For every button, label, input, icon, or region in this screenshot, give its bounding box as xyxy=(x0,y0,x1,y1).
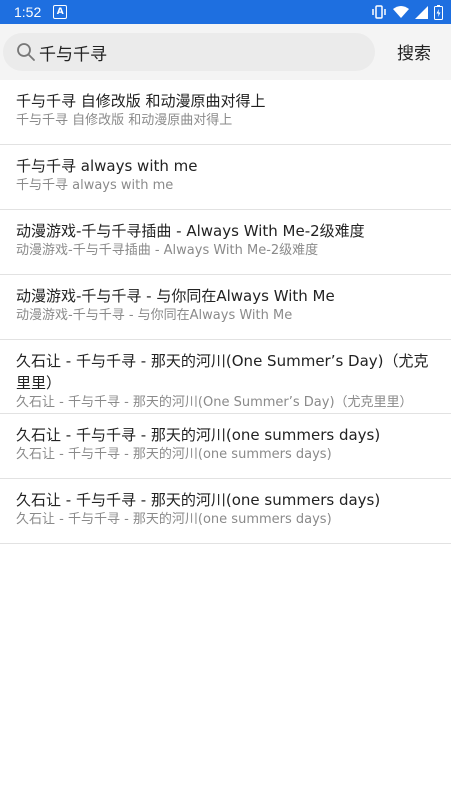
result-title: 久石让 - 千与千寻 - 那天的河川(one summers days) xyxy=(16,426,381,444)
status-bar: 1:52 A xyxy=(0,0,451,24)
result-subtitle: 久石让 - 千与千寻 - 那天的河川(one summers days) xyxy=(16,447,332,462)
wifi-icon xyxy=(393,5,409,19)
result-title: 千与千寻 自修改版 和动漫原曲对得上 xyxy=(16,92,266,110)
signal-icon xyxy=(415,5,428,19)
result-item[interactable]: 久石让 - 千与千寻 - 那天的河川(one summers days) 久石让… xyxy=(0,479,451,544)
result-item[interactable]: 动漫游戏-千与千寻插曲 - Always With Me-2级难度 动漫游戏-千… xyxy=(0,210,451,275)
status-time: 1:52 xyxy=(14,4,42,20)
search-bar: 搜索 xyxy=(0,24,451,80)
app-notification-icon: A xyxy=(53,5,68,19)
result-title: 千与千寻 always with me xyxy=(16,157,198,175)
search-field[interactable] xyxy=(3,33,375,71)
result-subtitle: 久石让 - 千与千寻 - 那天的河川(One Summer’s Day)（尤克里… xyxy=(16,395,413,410)
battery-icon xyxy=(434,4,443,20)
result-item[interactable]: 动漫游戏-千与千寻 - 与你同在Always With Me 动漫游戏-千与千寻… xyxy=(0,275,451,340)
result-title: 久石让 - 千与千寻 - 那天的河川(One Summer’s Day)（尤克里… xyxy=(16,352,429,392)
search-button[interactable]: 搜索 xyxy=(397,39,431,64)
result-title: 动漫游戏-千与千寻插曲 - Always With Me-2级难度 xyxy=(16,222,365,240)
result-subtitle: 千与千寻 always with me xyxy=(16,178,174,193)
search-input[interactable] xyxy=(37,42,359,62)
search-icon xyxy=(15,41,37,63)
result-item[interactable]: 千与千寻 自修改版 和动漫原曲对得上 千与千寻 自修改版 和动漫原曲对得上 xyxy=(0,80,451,145)
vibrate-icon xyxy=(371,5,387,19)
result-item[interactable]: 千与千寻 always with me 千与千寻 always with me xyxy=(0,145,451,210)
result-item[interactable]: 久石让 - 千与千寻 - 那天的河川(One Summer’s Day)（尤克里… xyxy=(0,340,451,414)
result-subtitle: 千与千寻 自修改版 和动漫原曲对得上 xyxy=(16,113,233,128)
result-title: 久石让 - 千与千寻 - 那天的河川(one summers days) xyxy=(16,491,381,509)
status-icons xyxy=(371,4,443,20)
results-list: 千与千寻 自修改版 和动漫原曲对得上 千与千寻 自修改版 和动漫原曲对得上 千与… xyxy=(0,80,451,544)
result-subtitle: 动漫游戏-千与千寻 - 与你同在Always With Me xyxy=(16,308,293,323)
result-subtitle: 久石让 - 千与千寻 - 那天的河川(one summers days) xyxy=(16,512,332,527)
result-title: 动漫游戏-千与千寻 - 与你同在Always With Me xyxy=(16,287,335,305)
result-subtitle: 动漫游戏-千与千寻插曲 - Always With Me-2级难度 xyxy=(16,243,319,258)
result-item[interactable]: 久石让 - 千与千寻 - 那天的河川(one summers days) 久石让… xyxy=(0,414,451,479)
